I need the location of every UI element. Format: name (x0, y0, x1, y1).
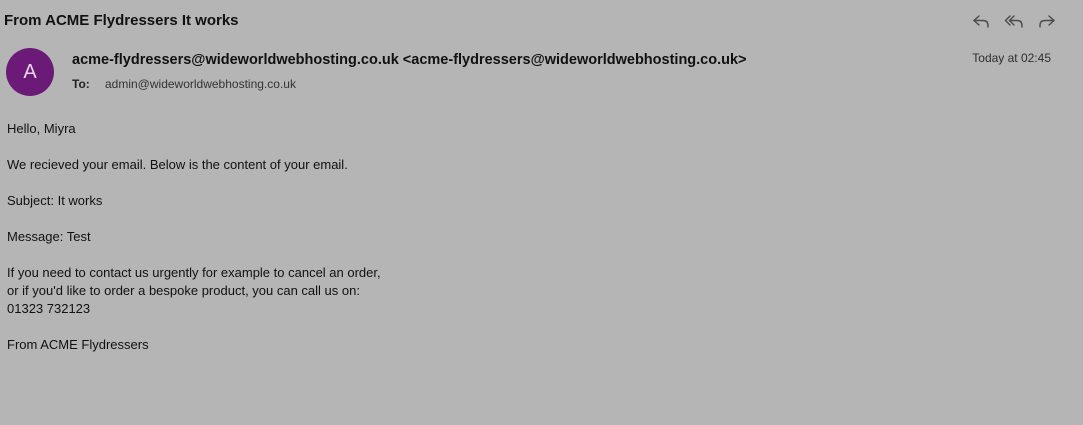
sender-address[interactable]: acme-flydressers@wideworldwebhosting.co.… (72, 52, 747, 68)
contact-paragraph: If you need to contact us urgently for e… (7, 264, 381, 318)
recipient-address[interactable]: admin@wideworldwebhosting.co.uk (105, 77, 296, 91)
message-paragraph: Message: Test (7, 229, 91, 244)
subject-paragraph: Subject: It works (7, 193, 103, 208)
forward-button[interactable] (1036, 10, 1057, 31)
contact-line-2: or if you'd like to order a bespoke prod… (7, 283, 360, 298)
email-subject: From ACME Flydressers It works (4, 12, 239, 29)
message-actions (970, 10, 1057, 31)
reply-all-icon (1004, 14, 1023, 28)
forward-icon (1038, 14, 1055, 28)
recipient-row: To: admin@wideworldwebhosting.co.uk (72, 77, 296, 91)
reply-icon (972, 14, 989, 28)
reply-all-button[interactable] (1003, 10, 1024, 31)
to-label: To: (72, 77, 90, 91)
contact-line-1: If you need to contact us urgently for e… (7, 265, 381, 280)
signoff: From ACME Flydressers (7, 337, 149, 352)
phone-number: 01323 732123 (7, 301, 91, 316)
reply-button[interactable] (970, 10, 991, 31)
email-body: Hello, Miyra We recieved your email. Bel… (7, 120, 381, 354)
intro-paragraph: We recieved your email. Below is the con… (7, 157, 348, 172)
timestamp: Today at 02:45 (972, 51, 1051, 65)
sender-avatar: A (6, 48, 54, 96)
greeting: Hello, Miyra (7, 121, 76, 136)
